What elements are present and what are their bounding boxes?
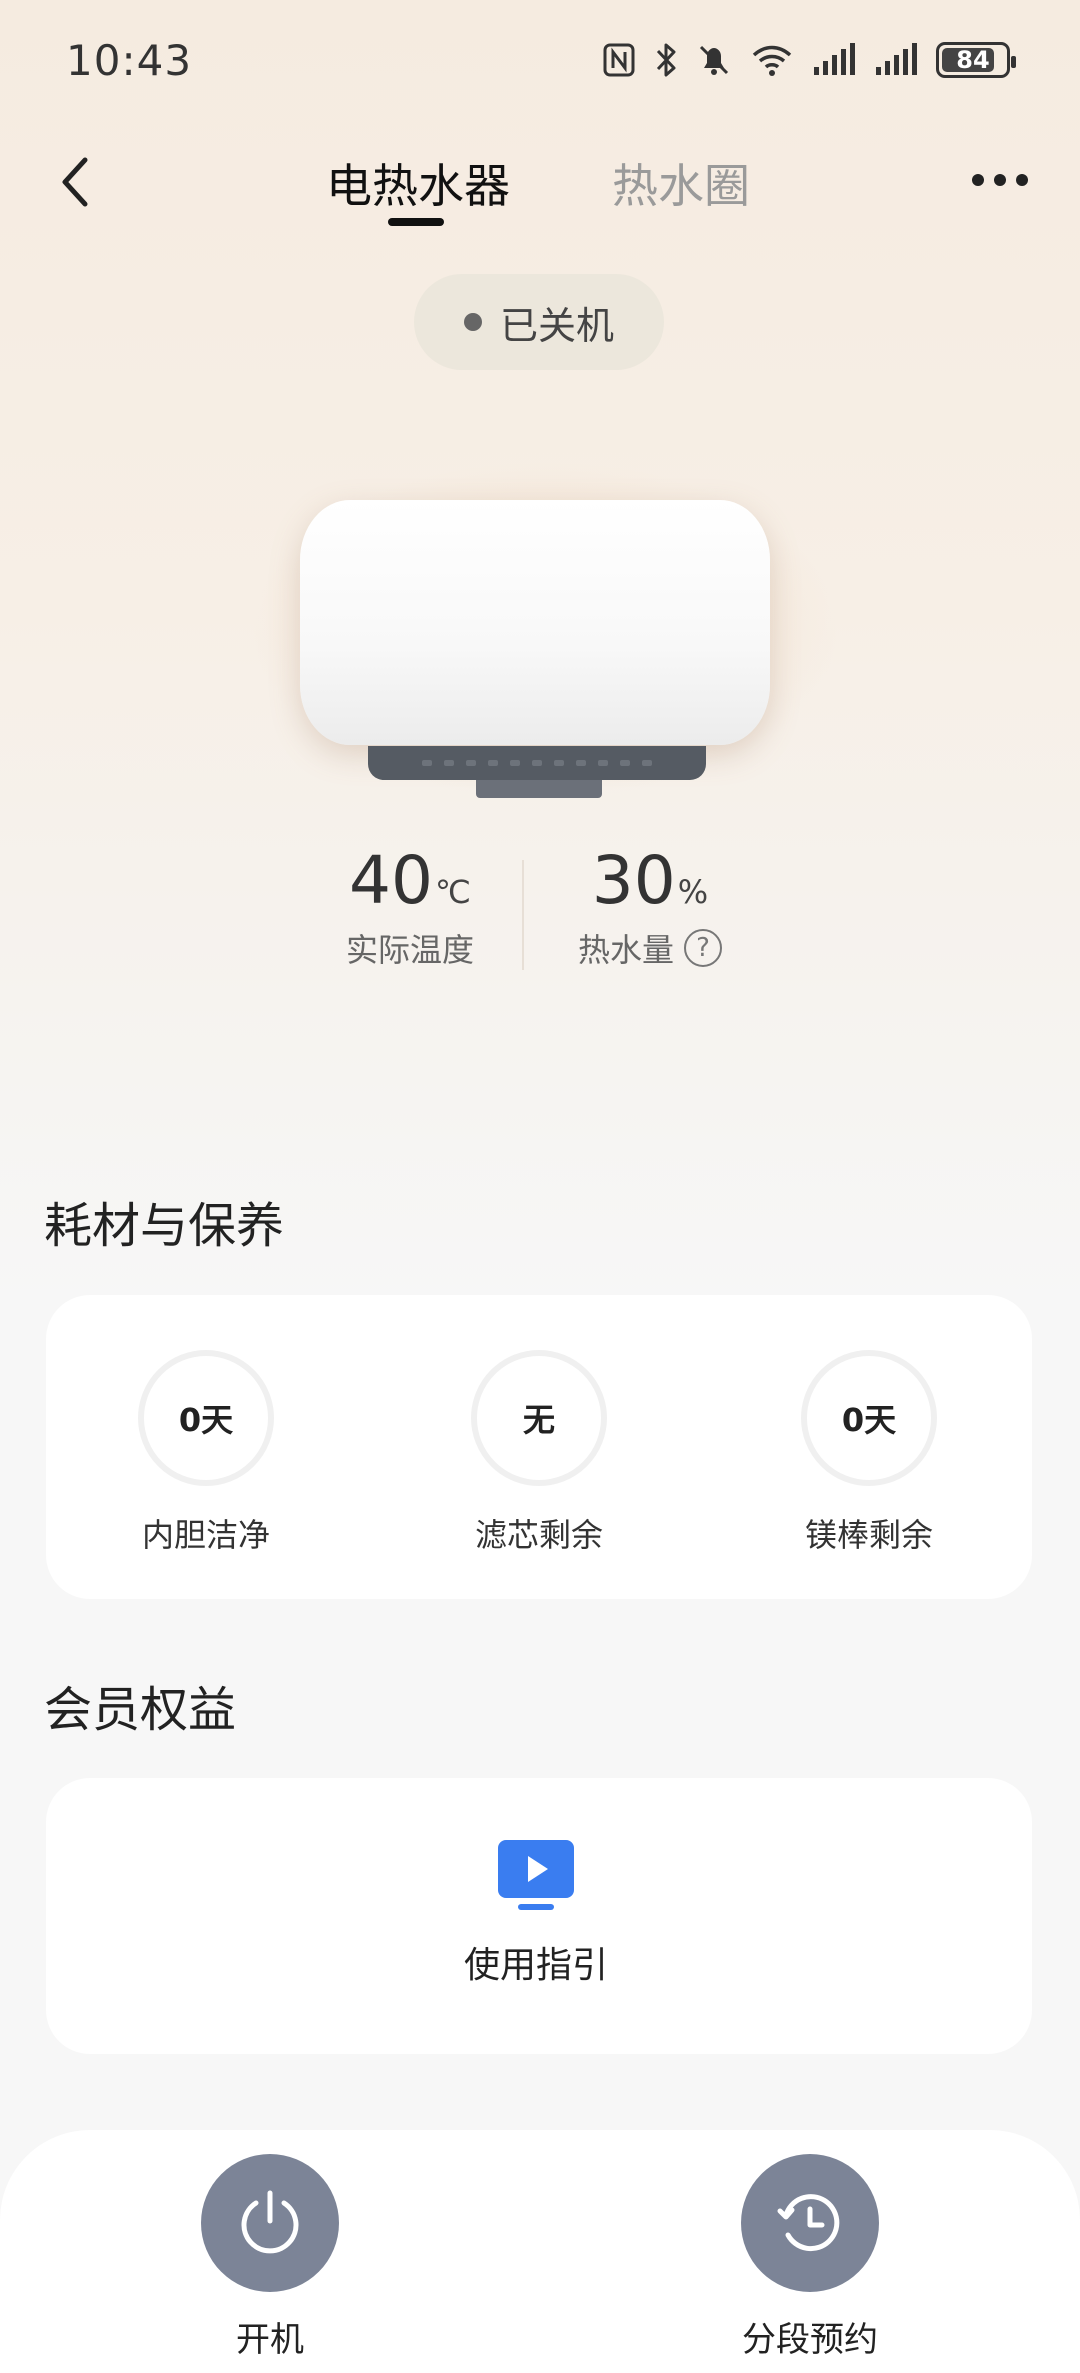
device-state-badge: 已关机 — [414, 274, 664, 370]
hot-water-metric: 30% 热水量 ? — [555, 842, 745, 971]
bottom-action-bar: 开机 分段预约 — [0, 2130, 1080, 2373]
progress-ring: 0天 — [138, 1350, 274, 1486]
progress-ring: 无 — [471, 1350, 607, 1486]
more-button[interactable] — [960, 150, 1040, 210]
member-card: 使用指引 — [46, 1778, 1032, 2054]
bluetooth-icon — [654, 40, 678, 80]
water-heater-image — [250, 460, 840, 810]
consumable-tank-clean[interactable]: 0天 内胆洁净 — [96, 1350, 316, 1556]
schedule-button[interactable]: 分段预约 — [690, 2154, 930, 2361]
temperature-label: 实际温度 — [345, 931, 474, 969]
battery-text: 84 — [956, 46, 990, 74]
more-dot-icon — [972, 174, 984, 186]
video-play-icon — [496, 1838, 576, 1914]
temperature-metric: 40℃ 实际温度 — [330, 842, 490, 971]
heater-base — [476, 780, 602, 798]
clock-icon — [777, 2194, 840, 2252]
consumable-magnesium-rod[interactable]: 0天 镁棒剩余 — [759, 1350, 979, 1556]
tab-active-indicator — [388, 218, 444, 226]
nfc-icon — [602, 40, 636, 80]
wifi-icon — [750, 40, 794, 80]
help-icon[interactable]: ? — [684, 929, 722, 967]
member-title: 会员权益 — [44, 1682, 237, 1738]
chevron-left-icon — [62, 157, 88, 207]
back-button[interactable] — [40, 142, 110, 222]
header: 电热水器 热水圈 — [0, 130, 1080, 240]
power-button-circle — [201, 2154, 339, 2292]
hot-water-unit: % — [677, 873, 709, 911]
heater-body — [300, 500, 770, 745]
schedule-button-circle — [741, 2154, 879, 2292]
power-on-button[interactable]: 开机 — [150, 2154, 390, 2361]
device-state-text: 已关机 — [499, 303, 614, 348]
hot-water-value: 30 — [591, 842, 676, 919]
temperature-value: 40 — [349, 842, 434, 919]
usage-guide-button[interactable]: 使用指引 — [436, 1838, 636, 1988]
schedule-label: 分段预约 — [742, 2320, 878, 2360]
mute-bell-icon — [696, 40, 732, 80]
usage-guide-label: 使用指引 — [463, 1945, 608, 1986]
consumable-filter[interactable]: 无 滤芯剩余 — [429, 1350, 649, 1556]
consumables-card: 0天 内胆洁净 无 滤芯剩余 0天 镁棒剩余 — [46, 1295, 1032, 1599]
battery-icon: 84 — [936, 42, 1016, 78]
more-dot-icon — [1016, 174, 1028, 186]
signal-icon-2 — [874, 40, 918, 80]
progress-ring: 0天 — [801, 1350, 937, 1486]
consumable-label: 滤芯剩余 — [474, 1516, 603, 1554]
state-dot-icon — [463, 313, 482, 331]
status-bar: 10:43 84 — [0, 0, 1080, 125]
metric-divider — [522, 860, 524, 970]
tab-water-heater[interactable]: 电热水器 — [326, 150, 510, 216]
signal-icon-1 — [812, 40, 856, 80]
consumable-label: 镁棒剩余 — [804, 1516, 933, 1554]
consumable-label: 内胆洁净 — [141, 1516, 270, 1554]
more-dot-icon — [994, 174, 1006, 186]
power-on-label: 开机 — [236, 2320, 304, 2360]
hot-water-label: 热水量 — [577, 931, 674, 969]
tab-hot-water-circle[interactable]: 热水圈 — [612, 150, 750, 216]
status-icons: 84 — [602, 40, 1016, 80]
temperature-unit: ℃ — [435, 873, 471, 911]
status-time: 10:43 — [66, 36, 193, 85]
heater-control-panel — [368, 746, 706, 780]
consumables-title: 耗材与保养 — [44, 1198, 285, 1254]
power-icon — [241, 2190, 299, 2254]
